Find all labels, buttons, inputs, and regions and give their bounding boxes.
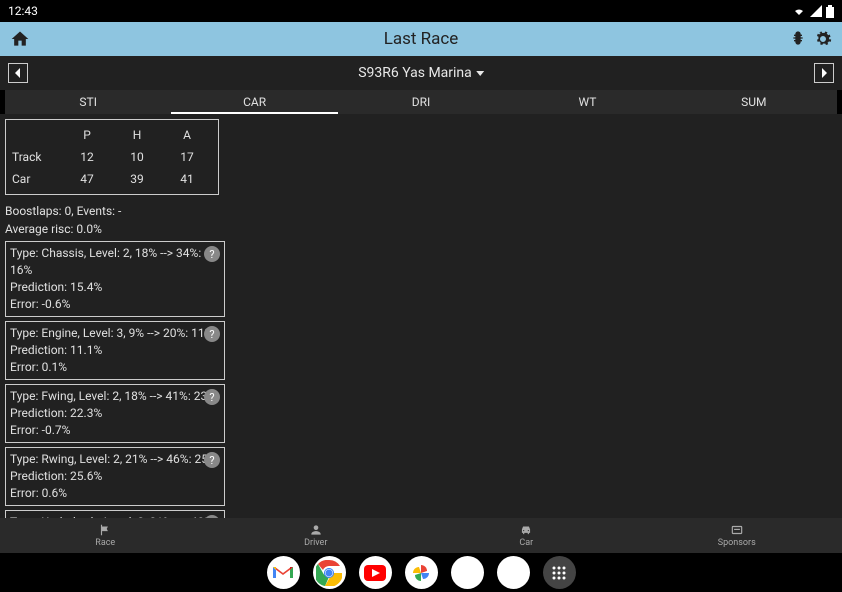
- header-h: H: [112, 128, 162, 142]
- tab-car[interactable]: CAR: [171, 90, 337, 114]
- apps-icon[interactable]: [543, 556, 576, 589]
- tab-wt[interactable]: WT: [504, 90, 670, 114]
- boost-info: Boostlaps: 0, Events: -: [5, 203, 837, 219]
- app-title: Last Race: [384, 29, 459, 49]
- next-button[interactable]: [814, 63, 834, 83]
- status-bar: 12:43: [0, 0, 842, 22]
- stats-table: P H A Track 12 10 17 Car 47 39 41: [5, 119, 219, 195]
- tab-sti[interactable]: STI: [5, 90, 171, 114]
- table-row: Track 12 10 17: [12, 146, 212, 168]
- system-dock: [0, 553, 842, 592]
- nav-race[interactable]: Race: [0, 518, 211, 553]
- car-icon: [519, 523, 533, 537]
- help-icon[interactable]: ?: [204, 246, 220, 262]
- bottom-nav: Race Driver Car Sponsors: [0, 518, 842, 553]
- app-icon-2[interactable]: [497, 556, 530, 589]
- battery-icon: [826, 5, 834, 18]
- header-a: A: [162, 128, 212, 142]
- part-card-fwing: ? Type: Fwing, Level: 2, 18% --> 41%: 23…: [5, 384, 225, 443]
- part-card-rwing: ? Type: Rwing, Level: 2, 21% --> 46%: 25…: [5, 447, 225, 506]
- tab-sum[interactable]: SUM: [671, 90, 837, 114]
- table-row: Car 47 39 41: [12, 168, 212, 190]
- nav-car[interactable]: Car: [421, 518, 632, 553]
- status-icons: [792, 5, 834, 18]
- help-icon[interactable]: ?: [204, 389, 220, 405]
- home-icon[interactable]: [10, 29, 30, 49]
- chevron-down-icon: [476, 71, 484, 76]
- app-icon-1[interactable]: [451, 556, 484, 589]
- tab-bar: STI CAR DRI WT SUM: [5, 90, 837, 114]
- content-area: P H A Track 12 10 17 Car 47 39 41 Boostl…: [0, 114, 842, 518]
- nav-driver[interactable]: Driver: [211, 518, 422, 553]
- status-time: 12:43: [8, 4, 38, 18]
- help-icon[interactable]: ?: [204, 452, 220, 468]
- person-icon: [309, 523, 323, 537]
- sponsors-icon: [730, 523, 744, 537]
- tab-dri[interactable]: DRI: [338, 90, 504, 114]
- prev-button[interactable]: [8, 63, 28, 83]
- sub-bar: S93R6 Yas Marina: [0, 56, 842, 90]
- app-bar: Last Race: [0, 22, 842, 56]
- flag-icon: [98, 523, 112, 537]
- track-label: S93R6 Yas Marina: [358, 65, 472, 81]
- nav-sponsors[interactable]: Sponsors: [632, 518, 842, 553]
- photos-icon[interactable]: [405, 556, 438, 589]
- gear-icon[interactable]: [814, 30, 832, 48]
- track-dropdown[interactable]: S93R6 Yas Marina: [358, 65, 484, 81]
- header-p: P: [62, 128, 112, 142]
- part-card-engine: ? Type: Engine, Level: 3, 9% --> 20%: 11…: [5, 321, 225, 380]
- help-icon[interactable]: ?: [204, 326, 220, 342]
- chrome-icon[interactable]: [313, 556, 346, 589]
- risc-info: Average risc: 0.0%: [5, 221, 837, 237]
- youtube-icon[interactable]: [359, 556, 392, 589]
- bug-icon[interactable]: [790, 30, 806, 46]
- part-card-underbody: ? Type: Underbody, Level: 2, 21% --> 40%…: [5, 510, 225, 518]
- part-card-chassis: ? Type: Chassis, Level: 2, 18% --> 34%: …: [5, 241, 225, 317]
- signal-icon: [810, 5, 822, 17]
- wifi-icon: [792, 5, 806, 17]
- gmail-icon[interactable]: [267, 556, 300, 589]
